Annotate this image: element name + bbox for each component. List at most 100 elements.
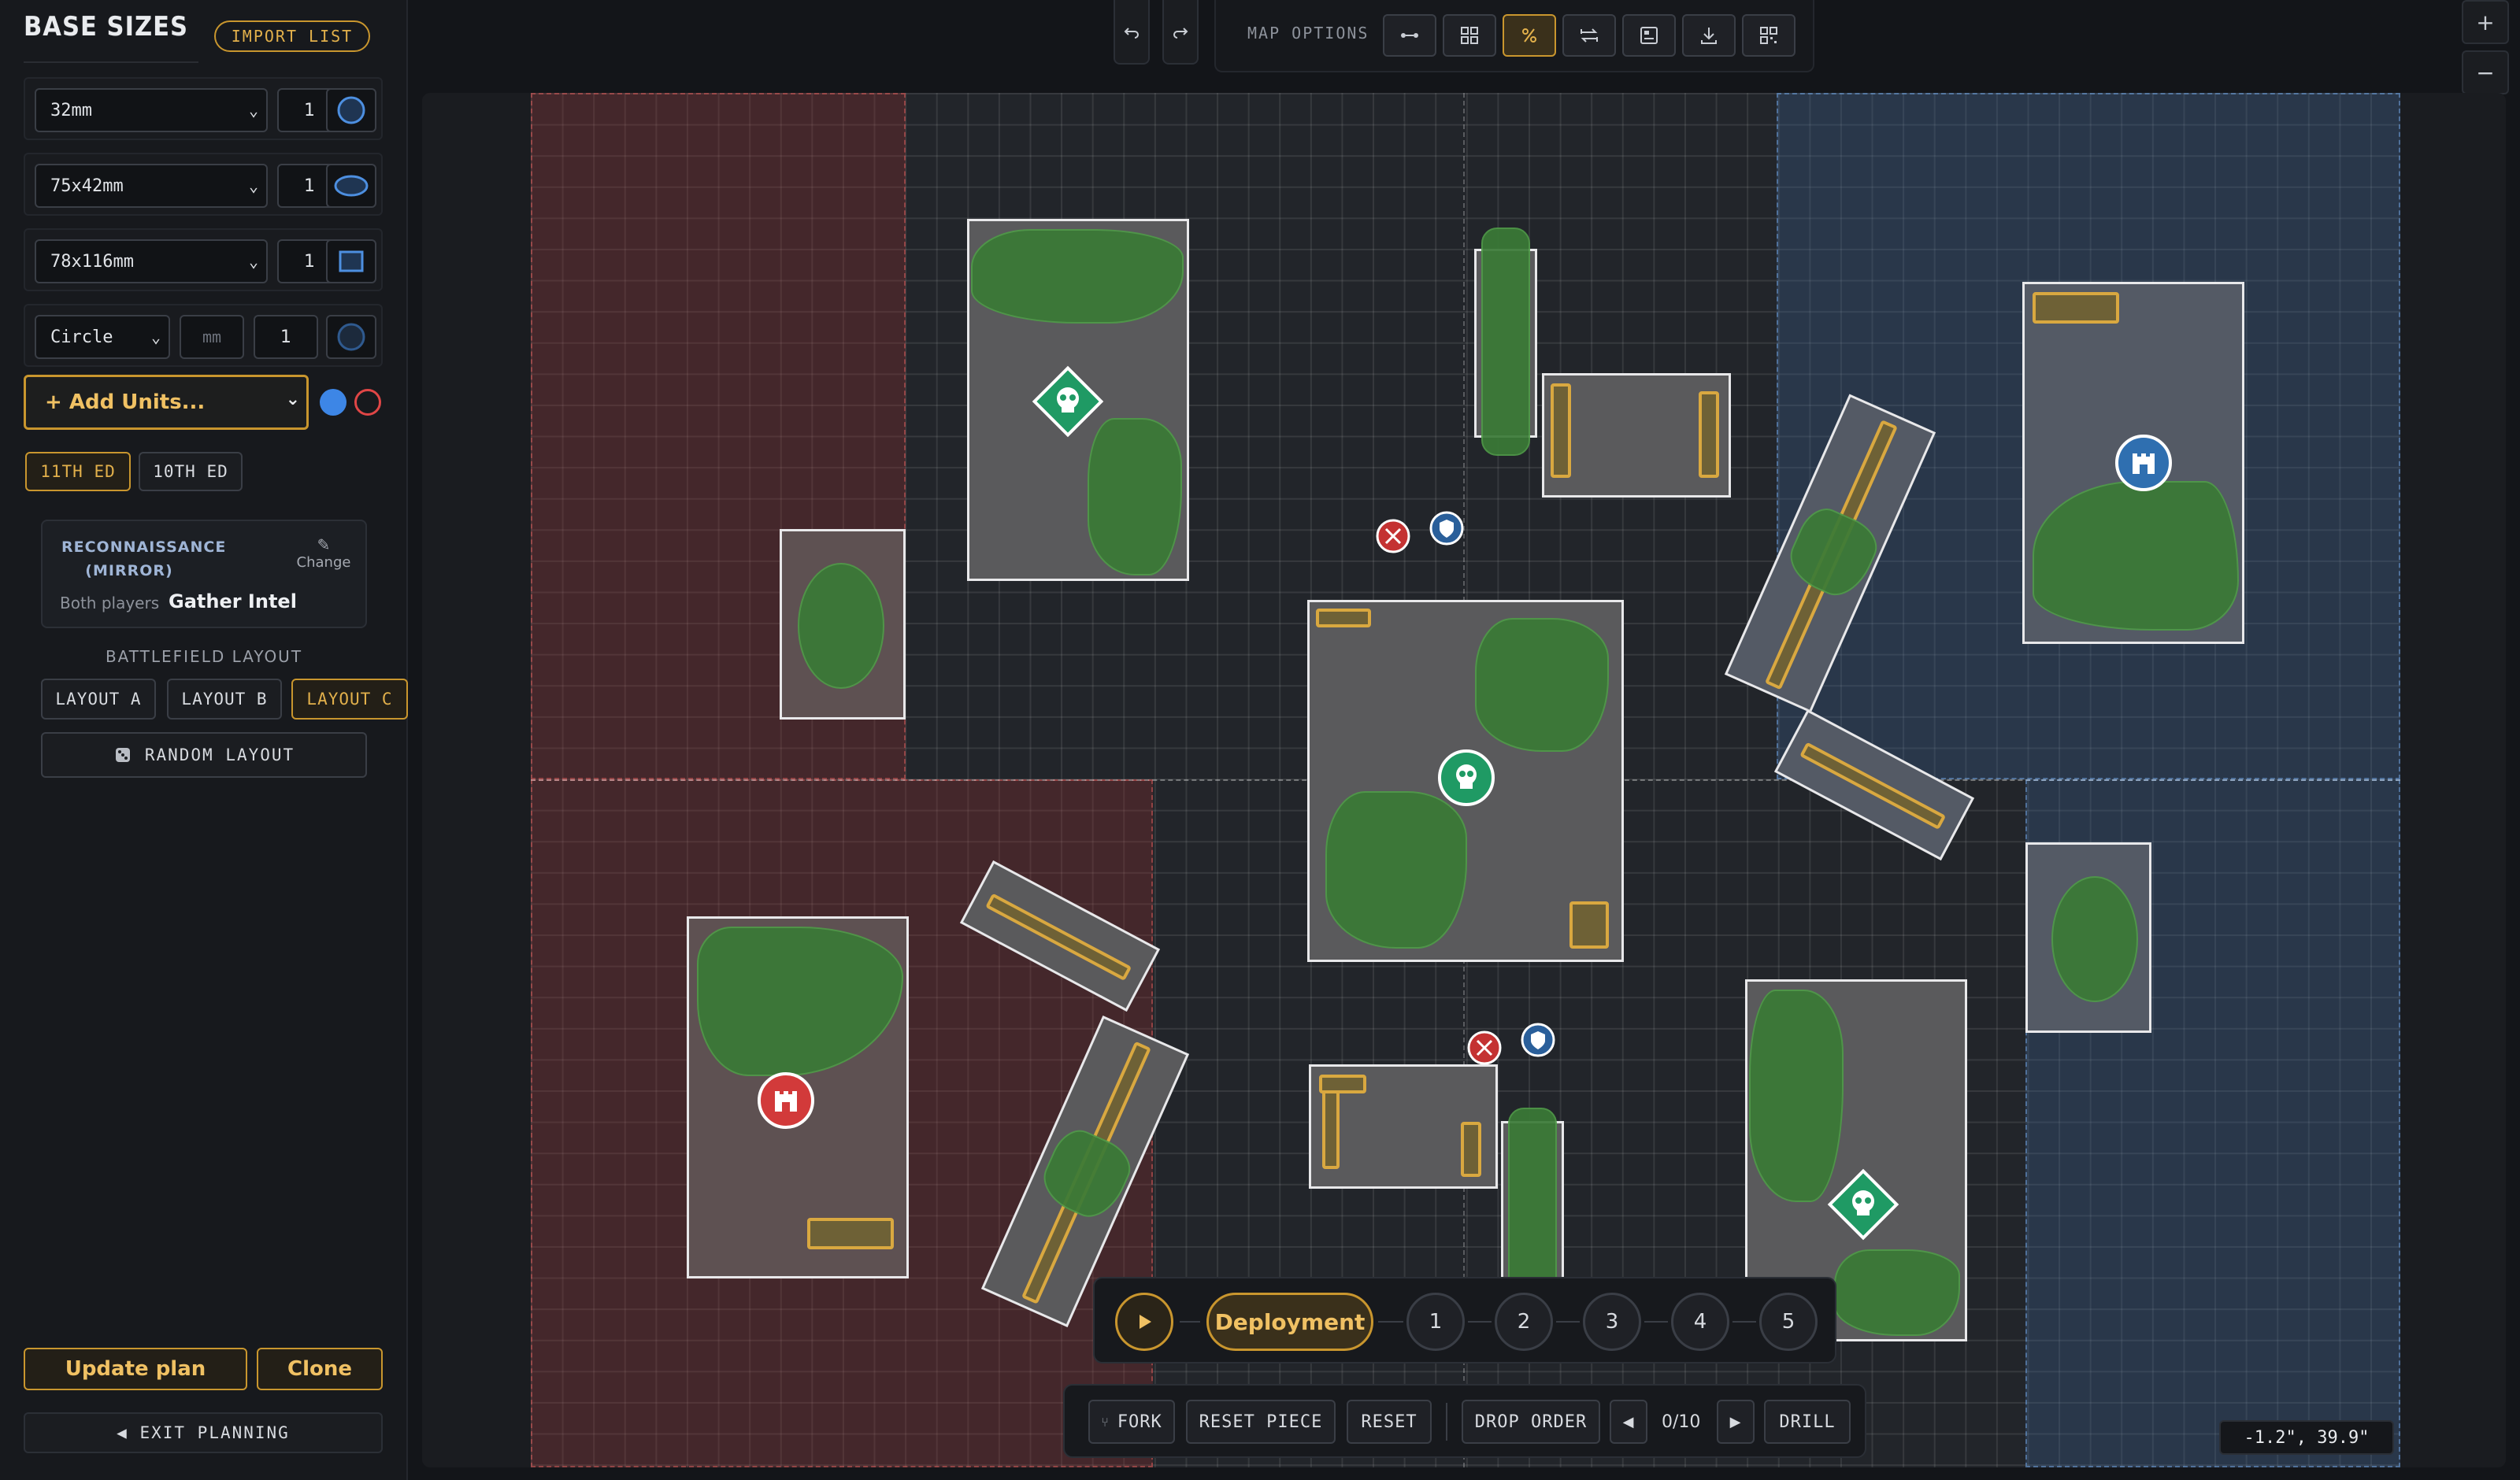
terrain-piece[interactable] <box>780 529 906 720</box>
red-unit-token[interactable] <box>1466 1030 1503 1066</box>
timeline-connector <box>1732 1321 1756 1323</box>
turn-step[interactable]: 5 <box>1759 1293 1818 1351</box>
mission-title: RECONNAISSANCE (MIRROR) <box>61 538 227 579</box>
timeline-connector <box>1556 1321 1580 1323</box>
terrain-piece[interactable] <box>2025 842 2151 1033</box>
timeline-connector <box>1180 1321 1200 1323</box>
base-row: 78x116mm ⌄ 1 <box>24 228 383 291</box>
red-home-objective[interactable] <box>756 1071 816 1130</box>
download-button[interactable] <box>1682 14 1736 57</box>
blue-unit-token[interactable] <box>1520 1022 1556 1058</box>
mirror-toggle-button[interactable] <box>1562 14 1616 57</box>
ruler-toggle-button[interactable] <box>1383 14 1436 57</box>
ruin-wall <box>1569 901 1609 949</box>
fork-label: FORK <box>1117 1412 1162 1432</box>
dice-icon <box>115 748 130 762</box>
battlefield-layout-label: BATTLEFIELD LAYOUT <box>105 647 303 666</box>
add-units-select[interactable]: + Add Units... ⌄ <box>24 375 309 430</box>
cursor-coordinate-readout: -1.2", 39.9" <box>2219 1420 2394 1455</box>
castle-icon <box>2115 435 2172 491</box>
terrain-piece[interactable] <box>1474 228 1537 456</box>
map-options-bar: MAP OPTIONS <box>1214 0 1814 72</box>
blue-home-objective[interactable] <box>2114 433 2174 493</box>
redo-icon <box>1173 28 1188 39</box>
reset-button[interactable]: RESET <box>1347 1400 1432 1444</box>
turn-step[interactable]: 4 <box>1671 1293 1729 1351</box>
change-mission-button[interactable]: ✎ Change <box>296 535 351 571</box>
objective-marker[interactable] <box>1822 1164 1904 1245</box>
zone-toggle-button[interactable] <box>1503 14 1556 57</box>
fork-icon: ⑂ <box>1101 1414 1110 1430</box>
zoom-in-button[interactable]: + <box>2462 0 2509 44</box>
turn-step[interactable]: 2 <box>1495 1293 1553 1351</box>
undo-icon <box>1124 28 1139 39</box>
rectangle-icon <box>339 250 364 272</box>
chevron-right-icon: ▶ <box>1729 1413 1742 1430</box>
drill-button[interactable]: DRILL <box>1764 1400 1851 1444</box>
base-shape-button[interactable] <box>326 315 376 359</box>
change-mission-label: Change <box>296 554 351 571</box>
circle-icon <box>337 323 365 351</box>
crossed-swords-icon <box>1467 1030 1502 1065</box>
map-options-label: MAP OPTIONS <box>1247 24 1369 43</box>
base-size-select[interactable]: 75x42mm ⌄ <box>35 164 268 208</box>
shield-icon <box>1521 1023 1555 1057</box>
foliage-area <box>1834 1249 1960 1336</box>
red-player-toggle[interactable] <box>354 389 381 416</box>
foliage-area <box>798 563 884 689</box>
previous-button[interactable]: ◀ <box>1610 1400 1647 1444</box>
clone-button[interactable]: Clone <box>257 1348 383 1390</box>
blue-unit-token[interactable] <box>1429 510 1465 546</box>
zoom-out-button[interactable]: − <box>2462 50 2509 94</box>
center-objective-marker[interactable] <box>1436 748 1496 808</box>
base-mm-input[interactable]: mm <box>180 315 244 359</box>
drop-order-counter: 0/10 <box>1662 1412 1701 1432</box>
update-plan-button[interactable]: Update plan <box>24 1348 247 1390</box>
title-divider <box>24 61 198 63</box>
turn-step[interactable]: 1 <box>1406 1293 1465 1351</box>
redo-button[interactable] <box>1162 0 1199 65</box>
chevron-down-icon: ⌄ <box>248 101 258 120</box>
deployment-step[interactable]: Deployment <box>1206 1293 1373 1351</box>
base-size-select[interactable]: 32mm ⌄ <box>35 88 268 132</box>
base-size-value: 75x42mm <box>50 176 124 196</box>
castle-icon <box>758 1072 814 1129</box>
layout-c-button[interactable]: LAYOUT C <box>291 679 408 720</box>
next-button[interactable]: ▶ <box>1717 1400 1755 1444</box>
base-shape-button[interactable] <box>326 239 376 283</box>
sidebar: BASE SIZES IMPORT LIST 32mm ⌄ 1 75x42mm … <box>0 0 408 1480</box>
turn-step[interactable]: 3 <box>1583 1293 1641 1351</box>
foliage-area <box>1475 618 1609 752</box>
random-layout-button[interactable]: RANDOM LAYOUT <box>41 732 367 778</box>
drop-order-button[interactable]: DROP ORDER <box>1462 1400 1600 1444</box>
base-size-select[interactable]: 78x116mm ⌄ <box>35 239 268 283</box>
base-size-value: 78x116mm <box>50 251 134 272</box>
objective-marker[interactable] <box>1027 361 1109 442</box>
edition-10th-button[interactable]: 10TH ED <box>139 452 243 491</box>
battlefield-board[interactable] <box>531 93 2400 1467</box>
red-unit-token[interactable] <box>1375 518 1411 554</box>
circle-icon <box>337 96 365 124</box>
layout-a-button[interactable]: LAYOUT A <box>41 679 156 720</box>
skull-objective-icon <box>1032 365 1104 438</box>
grid-toggle-button[interactable] <box>1443 14 1496 57</box>
base-shape-button[interactable] <box>326 88 376 132</box>
foliage-area <box>2033 481 2239 631</box>
edition-11th-button[interactable]: 11TH ED <box>25 452 131 491</box>
base-quantity-input[interactable]: 1 <box>254 315 318 359</box>
base-row: 75x42mm ⌄ 1 <box>24 153 383 216</box>
base-shape-select[interactable]: Circle ⌄ <box>35 315 170 359</box>
qr-code-button[interactable] <box>1742 14 1796 57</box>
import-list-button[interactable]: IMPORT LIST <box>214 20 370 52</box>
undo-button[interactable] <box>1114 0 1150 65</box>
blue-player-toggle[interactable] <box>320 389 346 416</box>
reset-piece-button[interactable]: RESET PIECE <box>1186 1400 1336 1444</box>
terrain-piece[interactable] <box>1542 373 1731 498</box>
play-button[interactable] <box>1115 1293 1173 1351</box>
layout-b-button[interactable]: LAYOUT B <box>167 679 282 720</box>
exit-planning-button[interactable]: ◀ EXIT PLANNING <box>24 1412 383 1453</box>
base-shape-button[interactable] <box>326 164 376 208</box>
terrain-piece[interactable] <box>1309 1064 1498 1189</box>
fork-button[interactable]: ⑂ FORK <box>1088 1400 1175 1444</box>
objective-layout-button[interactable] <box>1622 14 1676 57</box>
